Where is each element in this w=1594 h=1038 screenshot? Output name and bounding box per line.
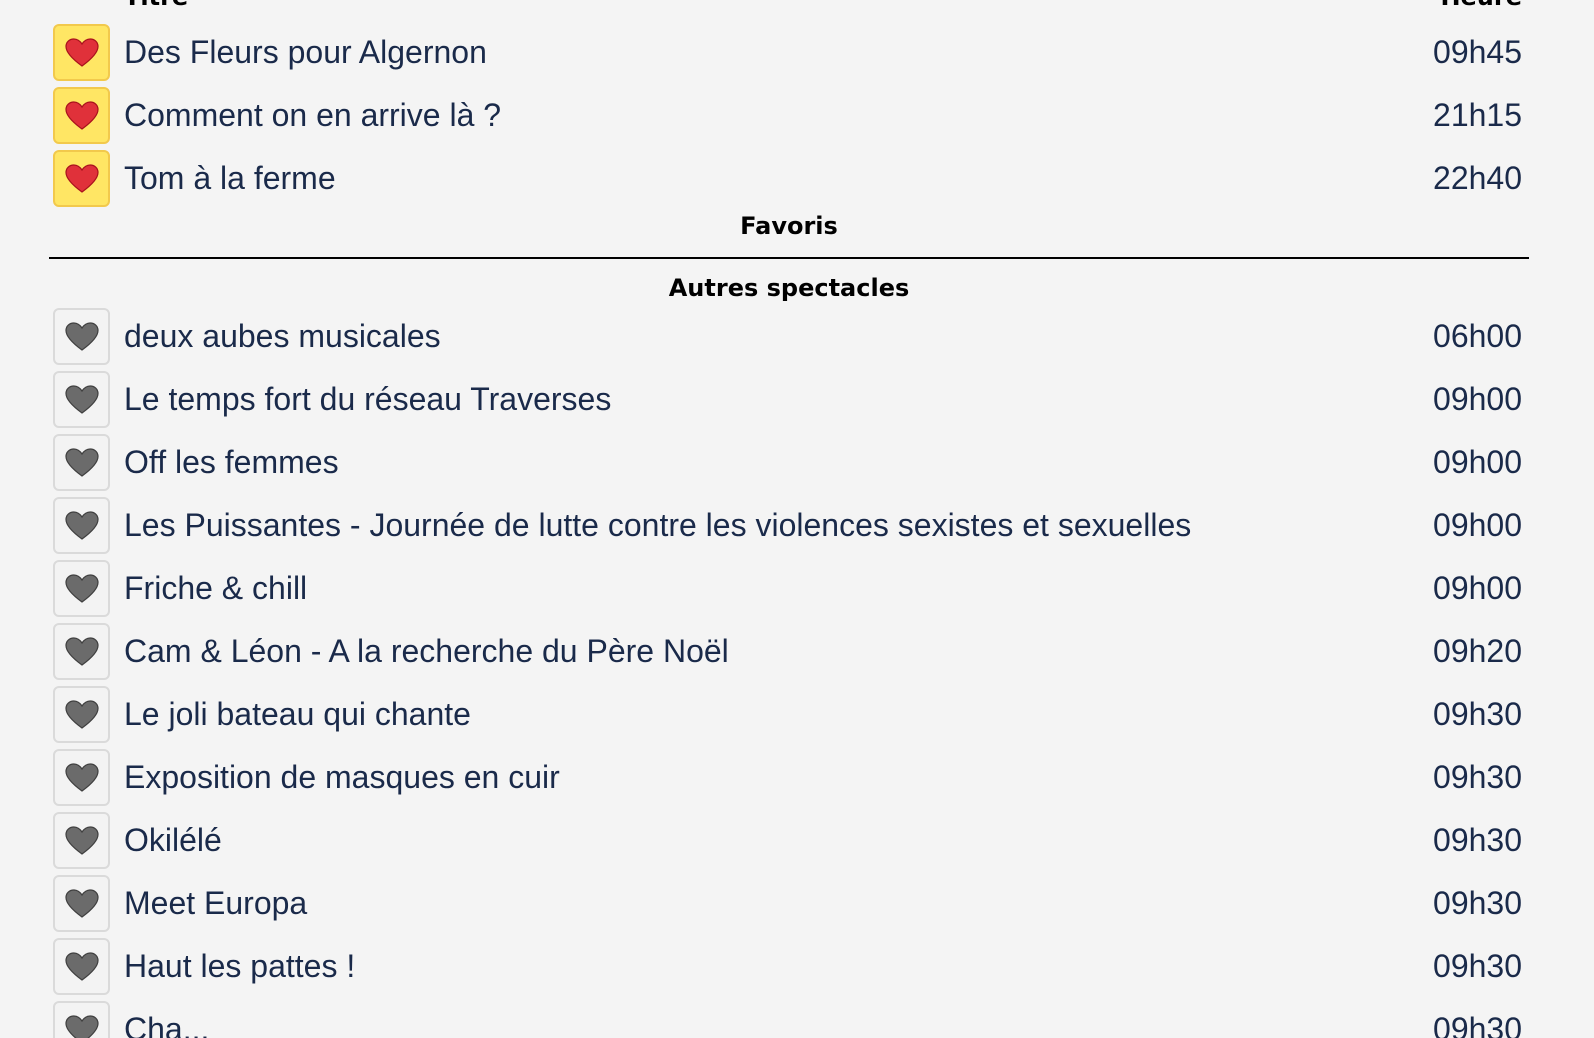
show-time: 09h20 <box>1433 633 1522 669</box>
grey-heart-icon <box>64 447 99 477</box>
grey-heart-icon <box>64 510 99 540</box>
show-row[interactable]: Cha... 09h30 <box>53 1001 1529 1038</box>
show-title[interactable]: Friche & chill <box>124 560 307 617</box>
show-title[interactable]: Okilélé <box>124 812 222 869</box>
favorite-toggle-button[interactable] <box>53 749 110 806</box>
show-row[interactable]: Le joli bateau qui chante 09h30 <box>53 686 1529 744</box>
show-title[interactable]: Off les femmes <box>124 434 339 491</box>
show-row[interactable]: Cam & Léon - A la recherche du Père Noël… <box>53 623 1529 681</box>
show-title[interactable]: Le joli bateau qui chante <box>124 686 471 743</box>
hour-column-header: Heure <box>1440 0 1522 10</box>
other-shows-section-label: Autres spectacles <box>668 274 910 302</box>
grey-heart-icon <box>64 762 99 792</box>
show-title[interactable]: deux aubes musicales <box>124 308 441 365</box>
grey-heart-icon <box>64 825 99 855</box>
grey-heart-icon <box>64 888 99 918</box>
show-title[interactable]: Les Puissantes - Journée de lutte contre… <box>124 497 1191 554</box>
favorite-toggle-button[interactable] <box>53 24 110 81</box>
favorite-toggle-button[interactable] <box>53 434 110 491</box>
show-time: 09h30 <box>1433 885 1522 921</box>
show-time: 21h15 <box>1433 97 1522 133</box>
schedule-page: Titre Heure Des Fleurs pour Algernon 09h… <box>0 0 1594 1038</box>
favorite-toggle-button[interactable] <box>53 686 110 743</box>
grey-heart-icon <box>64 1014 99 1038</box>
favorite-toggle-button[interactable] <box>53 560 110 617</box>
favorite-toggle-button[interactable] <box>53 308 110 365</box>
show-title[interactable]: Tom à la ferme <box>124 150 336 207</box>
show-time: 09h45 <box>1433 34 1522 70</box>
grey-heart-icon <box>64 951 99 981</box>
favorite-toggle-button[interactable] <box>53 623 110 680</box>
show-row[interactable]: Exposition de masques en cuir 09h30 <box>53 749 1529 807</box>
favorite-row[interactable]: Des Fleurs pour Algernon 09h45 <box>53 24 1529 82</box>
grey-heart-icon <box>64 699 99 729</box>
favorite-toggle-button[interactable] <box>53 938 110 995</box>
red-heart-icon <box>64 37 99 67</box>
show-time: 09h00 <box>1433 570 1522 606</box>
show-time: 09h00 <box>1433 507 1522 543</box>
show-row[interactable]: Off les femmes 09h00 <box>53 434 1529 492</box>
show-title[interactable]: Comment on en arrive là ? <box>124 87 501 144</box>
favorite-toggle-button[interactable] <box>53 875 110 932</box>
show-time: 09h30 <box>1433 1011 1522 1038</box>
show-time: 09h30 <box>1433 948 1522 984</box>
title-column-header: Titre <box>124 0 188 10</box>
show-title[interactable]: Cha... <box>124 1001 209 1038</box>
grey-heart-icon <box>64 321 99 351</box>
show-row[interactable]: deux aubes musicales 06h00 <box>53 308 1529 366</box>
show-title[interactable]: Le temps fort du réseau Traverses <box>124 371 611 428</box>
show-title[interactable]: Haut les pattes ! <box>124 938 355 995</box>
show-time: 09h30 <box>1433 696 1522 732</box>
favorite-row[interactable]: Comment on en arrive là ? 21h15 <box>53 87 1529 145</box>
favorite-row[interactable]: Tom à la ferme 22h40 <box>53 150 1529 208</box>
show-title[interactable]: Des Fleurs pour Algernon <box>124 24 487 81</box>
show-row[interactable]: Le temps fort du réseau Traverses 09h00 <box>53 371 1529 429</box>
show-time: 09h30 <box>1433 759 1522 795</box>
show-time: 09h00 <box>1433 381 1522 417</box>
favorite-toggle-button[interactable] <box>53 150 110 207</box>
show-row[interactable]: Haut les pattes ! 09h30 <box>53 938 1529 996</box>
grey-heart-icon <box>64 636 99 666</box>
show-title[interactable]: Meet Europa <box>124 875 307 932</box>
favorite-toggle-button[interactable] <box>53 87 110 144</box>
show-title[interactable]: Exposition de masques en cuir <box>124 749 560 806</box>
section-divider <box>49 257 1529 259</box>
grey-heart-icon <box>64 384 99 414</box>
red-heart-icon <box>64 100 99 130</box>
favorite-toggle-button[interactable] <box>53 497 110 554</box>
favorites-section-label: Favoris <box>740 212 838 240</box>
show-row[interactable]: Okilélé 09h30 <box>53 812 1529 870</box>
show-row[interactable]: Meet Europa 09h30 <box>53 875 1529 933</box>
show-time: 06h00 <box>1433 318 1522 354</box>
favorite-toggle-button[interactable] <box>53 812 110 869</box>
favorite-toggle-button[interactable] <box>53 1001 110 1038</box>
grey-heart-icon <box>64 573 99 603</box>
favorite-toggle-button[interactable] <box>53 371 110 428</box>
show-time: 22h40 <box>1433 160 1522 196</box>
show-title[interactable]: Cam & Léon - A la recherche du Père Noël <box>124 623 729 680</box>
show-time: 09h00 <box>1433 444 1522 480</box>
show-row[interactable]: Friche & chill 09h00 <box>53 560 1529 618</box>
show-row[interactable]: Les Puissantes - Journée de lutte contre… <box>53 497 1529 555</box>
red-heart-icon <box>64 163 99 193</box>
show-time: 09h30 <box>1433 822 1522 858</box>
